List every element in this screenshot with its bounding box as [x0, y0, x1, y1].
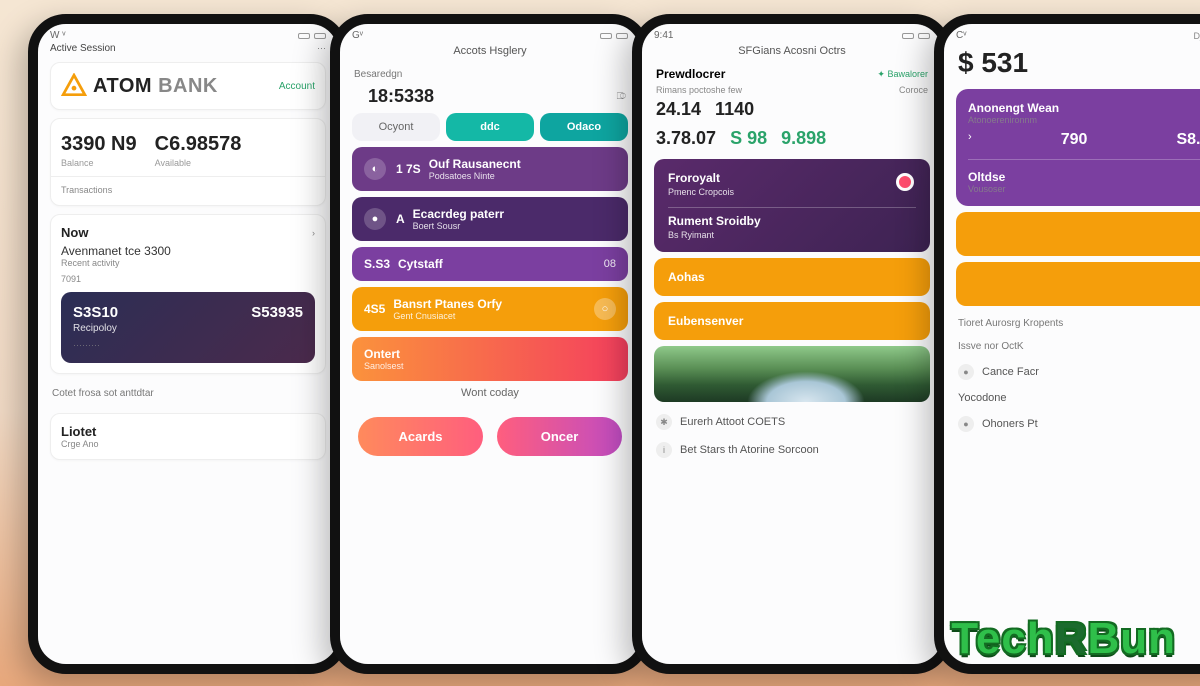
- brand-card: ATOM BANK Account: [50, 62, 326, 110]
- account-link[interactable]: Account: [279, 81, 315, 92]
- header-link[interactable]: Djpsobert: [1193, 31, 1200, 41]
- list-item[interactable]: ◐ 1 7S Ouf RausanecntPodsatoes Ninte: [352, 147, 628, 191]
- primary-button-a[interactable]: Acards: [358, 417, 483, 456]
- app-title: Accots Hsglery: [340, 43, 640, 63]
- dot-icon: ●: [958, 416, 974, 432]
- info-line: Cotet frosa sot anttdtar: [38, 382, 338, 405]
- phone-screen-3: 9:41 SFGians Acosni Octrs Prewdlocrer ✦ …: [632, 14, 952, 674]
- dot-icon: ●: [364, 208, 386, 230]
- tile-investment[interactable]: Froroyalt Pmenc Cropcois Rument Sroidby …: [654, 159, 930, 252]
- star-icon: ✱: [656, 414, 672, 430]
- info-icon: i: [656, 442, 672, 458]
- header-label: Active Session: [50, 43, 116, 54]
- tile-orange-1[interactable]: Aohas: [654, 258, 930, 296]
- tab-strip: Ocyont ddc Odaco: [352, 113, 628, 141]
- tab-a[interactable]: Prewdlocrer: [656, 67, 725, 81]
- text-line: Tioret Aurosrg Kropents: [944, 312, 1200, 335]
- tile-orange[interactable]: [956, 262, 1200, 306]
- tab-3[interactable]: Odaco: [540, 113, 628, 141]
- tile-orange[interactable]: [956, 212, 1200, 256]
- tab-2[interactable]: ddc: [446, 113, 534, 141]
- logo-mark-icon: [61, 73, 87, 99]
- status-bar: Gᵛ: [340, 24, 640, 43]
- tile-orange-2[interactable]: Eubensenver: [654, 302, 930, 340]
- list-item[interactable]: OntertSanolsest: [352, 337, 628, 381]
- balance-value-1: 3390 N9: [61, 133, 137, 156]
- list-item[interactable]: ● A Ecacrdeg paterrBoert Sousr: [352, 197, 628, 241]
- filter-icon[interactable]: ⎄: [616, 91, 626, 102]
- list-item[interactable]: S.S3 Cytstaff 08: [352, 247, 628, 281]
- stats-row: 24.14 1140: [642, 95, 942, 124]
- primary-button-b[interactable]: Oncer: [497, 417, 622, 456]
- summary-card[interactable]: Anonengt Wean Atonoerenironnm ›790S8.bn …: [956, 89, 1200, 206]
- footer-row: ✱Eurerh Attoot COETS: [642, 408, 942, 436]
- tab-1[interactable]: Ocyont: [352, 113, 440, 141]
- dot-icon: ●: [958, 364, 974, 380]
- more-icon[interactable]: ⋯: [317, 43, 326, 54]
- landscape-image: [654, 346, 930, 402]
- status-bar: CᵛDjpsobert: [944, 24, 1200, 43]
- balance-card: 3390 N9Balance C6.98578Available Transac…: [50, 118, 326, 206]
- circle-icon: ○: [594, 298, 616, 320]
- app-title: SFGians Acosni Octrs: [642, 43, 942, 63]
- footer-card[interactable]: Liotet Crge Ano: [50, 413, 326, 460]
- brand-logo: ATOM BANK: [61, 73, 218, 99]
- balance-value-2: C6.98578: [155, 133, 242, 156]
- leaf-icon: ✦: [877, 69, 885, 79]
- phone-screen-4: CᵛDjpsobert $ 531 Anonengt Wean Atonoere…: [934, 14, 1200, 674]
- coin-icon: ◐: [364, 158, 386, 180]
- watermark: TechRBun: [951, 614, 1176, 664]
- footer-row: iBet Stars th Atorine Sorcoon: [642, 436, 942, 464]
- activity-card[interactable]: Now › Avenmanet tce 3300 Recent activity…: [50, 214, 326, 374]
- amount-value: $ 531: [944, 43, 1200, 83]
- status-bar: W ᵛ: [38, 24, 338, 43]
- phone-screen-2: Gᵛ Accots Hsglery Besaredgn 18:5338 ⎄ Oc…: [330, 14, 650, 674]
- text-line: Issve nor OctK: [944, 335, 1200, 358]
- section-label: Besaredgn: [340, 63, 640, 86]
- pin-icon: [896, 173, 914, 191]
- caption: Wont coday: [340, 387, 640, 403]
- list-item[interactable]: 4S5 Bansrt Ptanes OrfyGent Cnusiacet ○: [352, 287, 628, 331]
- chevron-right-icon: ›: [312, 228, 315, 238]
- status-bar: 9:41: [642, 24, 942, 43]
- phone-screen-1: W ᵛ Active Session ⋯ ATOM BANK Account 3…: [28, 14, 348, 674]
- time-value: 18:5338: [354, 86, 448, 107]
- bank-card[interactable]: S3S10S53935 Recipoloy ⋯⋯⋯: [61, 292, 315, 363]
